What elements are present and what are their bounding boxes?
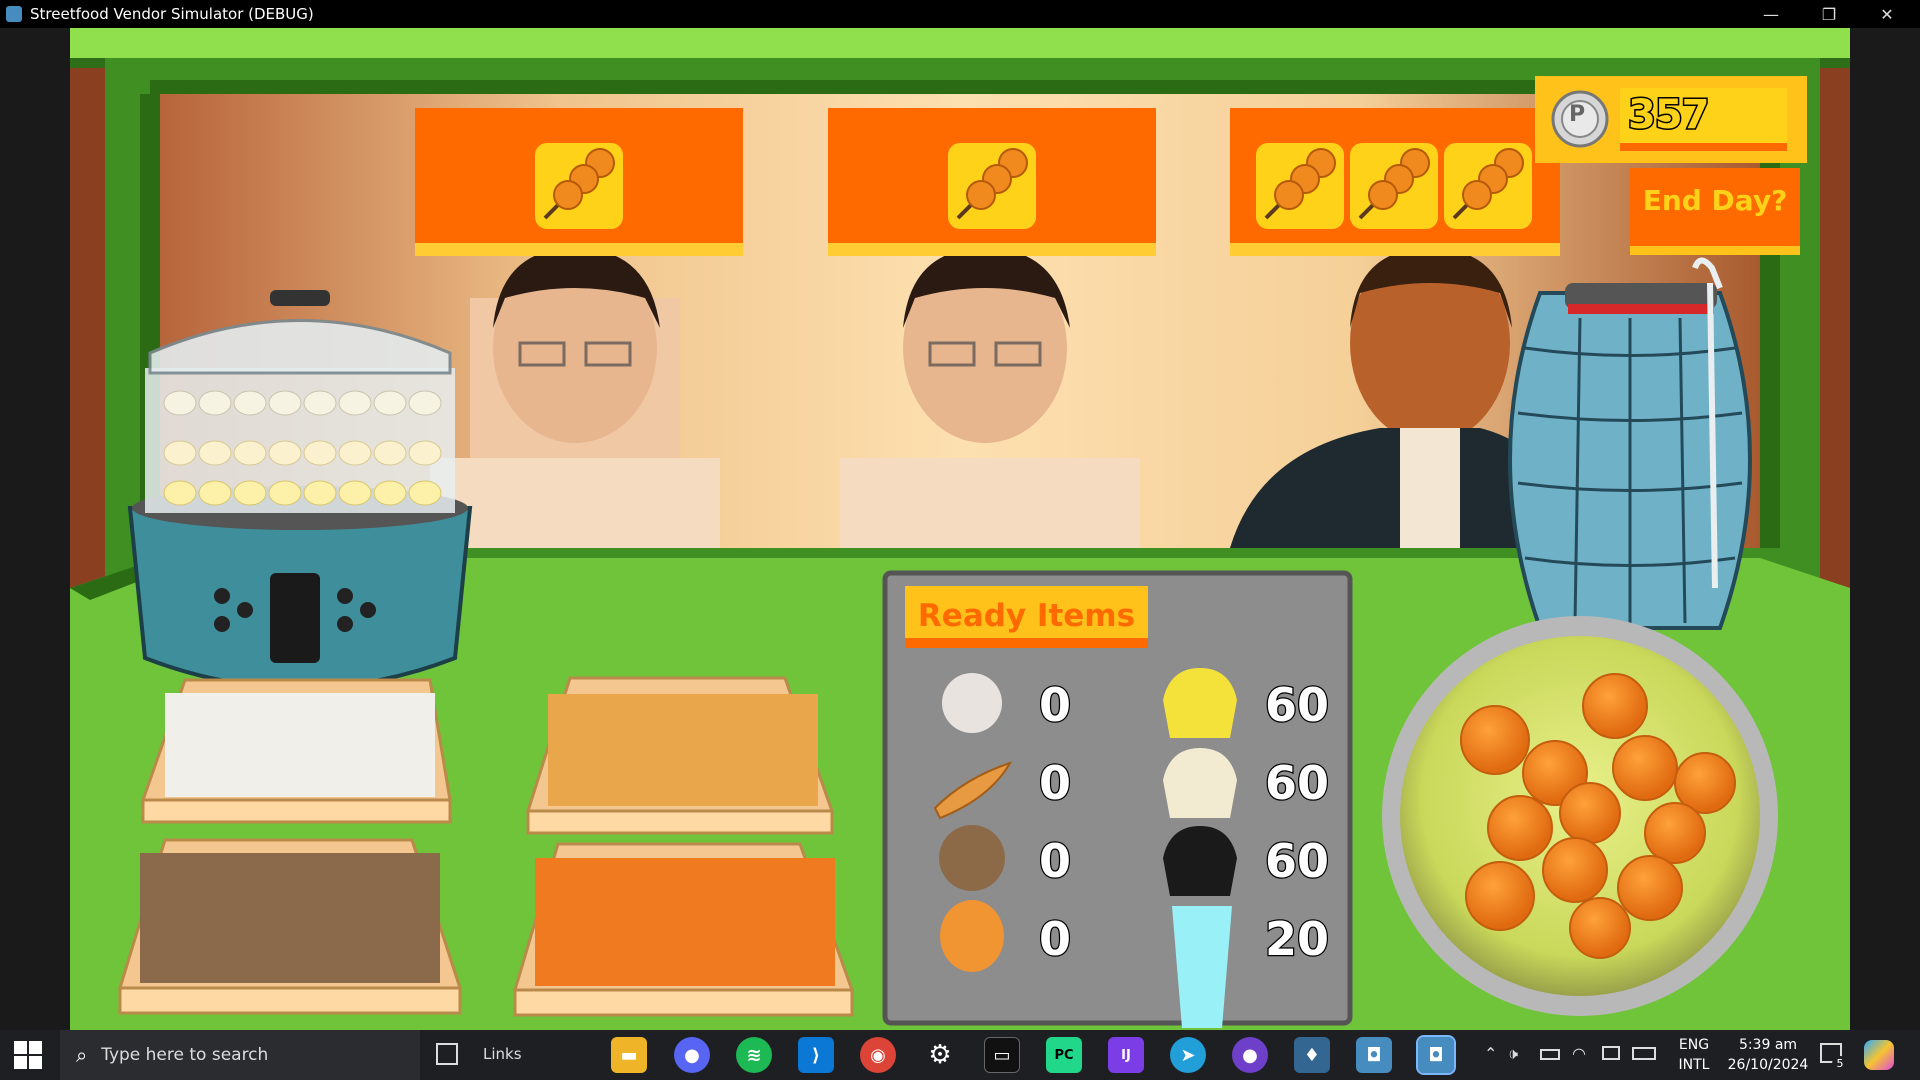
godot-icon[interactable]: ◘ (1356, 1037, 1392, 1073)
steamer[interactable] (127, 290, 473, 690)
display-icon[interactable] (1602, 1046, 1620, 1060)
language-indicator[interactable]: ENG INTL (1674, 1035, 1714, 1075)
window-title: Streetfood Vendor Simulator (DEBUG) (30, 5, 314, 23)
kwek-kwek-bowl[interactable] (1382, 616, 1778, 1016)
game-viewport: P 357 End Day? Ready Items 0 0 0 0 60 60… (0, 28, 1920, 1030)
roof-beam (70, 28, 1850, 58)
notification-count: 5 (1832, 1056, 1848, 1072)
postgres-icon[interactable]: ♦ (1294, 1037, 1330, 1073)
telegram-icon[interactable]: ➤ (1170, 1037, 1206, 1073)
terminal-icon[interactable]: ▭ (984, 1037, 1020, 1073)
black-siomai-count: 60 (1264, 833, 1331, 890)
tray-chevron-icon[interactable]: ⌃ (1484, 1044, 1497, 1063)
tray-squidball[interactable] (117, 838, 463, 1015)
task-view-icon[interactable] (436, 1043, 458, 1065)
squidball-icon (939, 825, 1005, 891)
settings-gear-icon[interactable]: ⚙ (922, 1037, 958, 1073)
tray-kwek-kwek[interactable] (512, 842, 855, 1017)
keyboard-icon[interactable] (1632, 1047, 1656, 1060)
minimize-button[interactable]: — (1742, 0, 1800, 28)
godot-app-icon (6, 6, 22, 22)
close-button[interactable]: ✕ (1858, 0, 1916, 28)
steamer-control-panel (270, 573, 320, 663)
yellow-siomai-count: 60 (1264, 677, 1331, 734)
coin-amount: 357 (1627, 91, 1711, 140)
tray-kikiam[interactable] (525, 676, 835, 835)
drink-cup-icon (1172, 906, 1232, 1028)
volume-icon[interactable]: 🕩 (1508, 1044, 1518, 1064)
maximize-button[interactable]: ❐ (1800, 0, 1858, 28)
window-titlebar: Streetfood Vendor Simulator (DEBUG) — ❐ … (0, 0, 1920, 28)
kwek-kwek-icon (940, 900, 1004, 972)
godot-game-window-icon[interactable]: ◘ (1416, 1035, 1456, 1075)
intellij-icon[interactable]: IJ (1108, 1037, 1144, 1073)
end-day-label[interactable]: End Day? (1630, 184, 1800, 217)
clock-date: 26/10/2024 (1727, 1057, 1809, 1073)
black-siomai-icon (1163, 826, 1237, 896)
stall-scene (70, 28, 1850, 1030)
ready-items-title: Ready Items (917, 598, 1136, 634)
language-code: ENG (1678, 1037, 1710, 1053)
kikiam-count: 0 (1038, 755, 1073, 812)
copilot-icon[interactable] (1864, 1040, 1894, 1070)
vscode-icon[interactable]: ⟩ (798, 1037, 834, 1073)
kwek-kwek-count: 0 (1038, 911, 1073, 968)
discord-icon[interactable]: ● (674, 1037, 710, 1073)
search-input[interactable]: Type here to search (101, 1045, 268, 1065)
drink-barrel[interactable] (1508, 257, 1752, 630)
squidball-count: 0 (1038, 833, 1073, 890)
coin-symbol: P (1569, 102, 1586, 127)
white-siomai-icon (1163, 748, 1237, 818)
white-siomai-count: 60 (1264, 755, 1331, 812)
wifi-icon[interactable]: ◠ (1572, 1044, 1586, 1063)
tray-fishball[interactable] (140, 678, 452, 824)
keyboard-layout: INTL (1678, 1057, 1710, 1073)
clock-time: 5:39 am (1738, 1037, 1798, 1053)
file-explorer-icon[interactable]: ▬ (611, 1037, 647, 1073)
links-toolbar[interactable]: Links (483, 1045, 522, 1063)
steamer-lid-handle (270, 290, 330, 306)
drink-cup-count: 20 (1264, 911, 1331, 968)
pycharm-icon[interactable]: PC (1046, 1037, 1082, 1073)
fishball-icon (942, 673, 1002, 733)
clock[interactable]: 5:39 am 26/10/2024 (1718, 1035, 1818, 1075)
start-button[interactable] (14, 1041, 42, 1069)
spotify-icon[interactable]: ≋ (736, 1037, 772, 1073)
chrome-icon[interactable]: ◉ (860, 1037, 896, 1073)
github-icon[interactable]: ● (1232, 1037, 1268, 1073)
battery-icon[interactable] (1540, 1049, 1560, 1060)
taskbar-search[interactable]: ⌕ Type here to search (60, 1030, 420, 1080)
fishball-count: 0 (1038, 677, 1073, 734)
search-icon: ⌕ (76, 1043, 88, 1067)
yellow-siomai-icon (1163, 668, 1237, 738)
